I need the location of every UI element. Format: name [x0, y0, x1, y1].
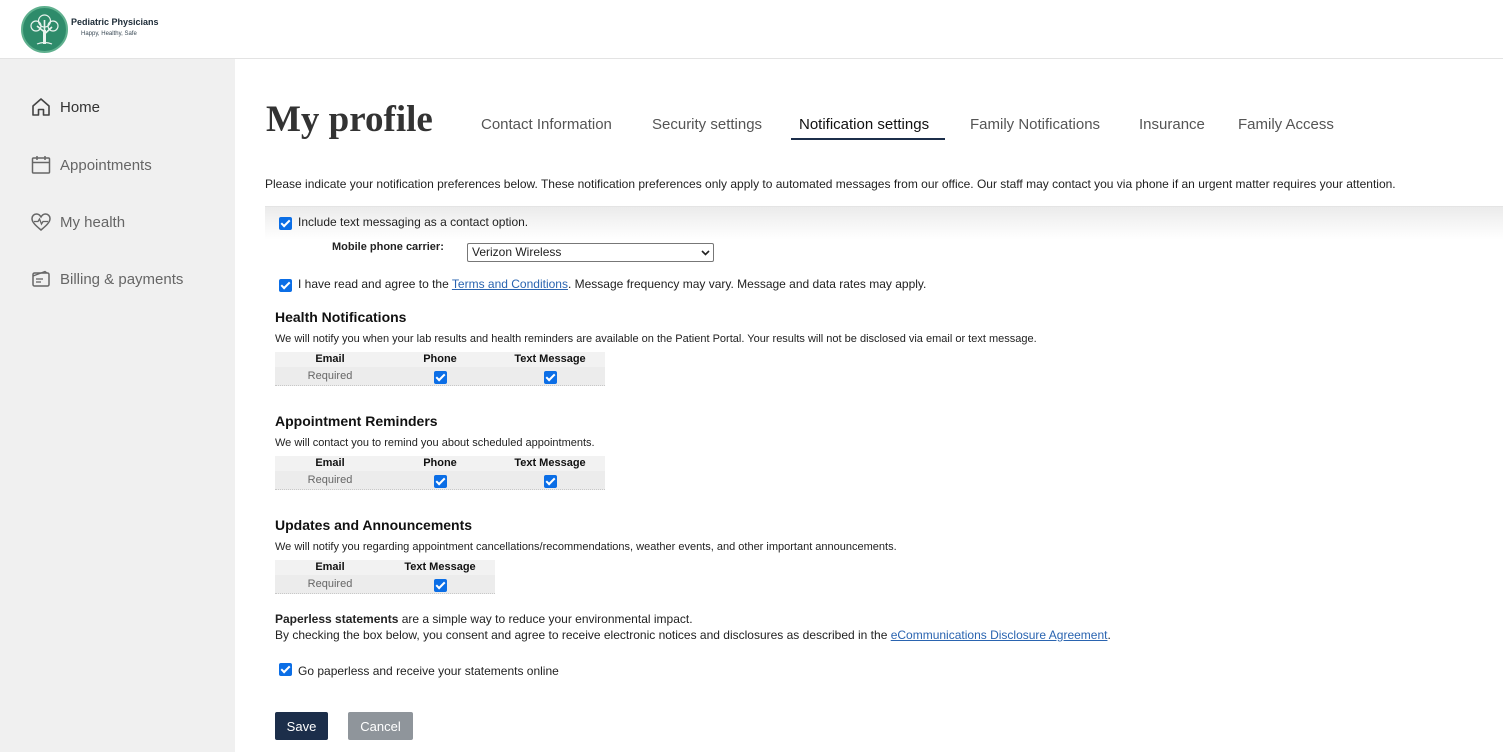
sidebar-item-label: Billing & payments [60, 270, 184, 288]
tree-logo-icon[interactable] [21, 6, 68, 53]
carrier-label: Mobile phone carrier: [332, 241, 444, 253]
terms-suffix: . Message frequency may vary. Message an… [567, 277, 927, 291]
terms-prefix: I have read and agree to the [298, 277, 452, 291]
save-button[interactable]: Save [275, 712, 328, 740]
sidebar-item-my-health[interactable]: My health [30, 209, 125, 235]
sidebar-item-label: Appointments [60, 156, 152, 174]
sidebar-item-label: Home [60, 98, 101, 116]
go-paperless-label: Go paperless and receive your statements… [298, 664, 559, 678]
col-text-message: Text Message [404, 561, 476, 573]
sidebar-item-label: My health [60, 213, 126, 231]
brand-name: Pediatric Physicians [71, 17, 159, 27]
paperless-consent-prefix: By checking the box below, you consent a… [275, 628, 891, 642]
tab-insurance[interactable]: Insurance [1139, 116, 1205, 142]
sidebar-item-home[interactable]: Home [30, 94, 100, 120]
terms-link[interactable]: Terms and Conditions [452, 277, 568, 291]
col-phone: Phone [423, 353, 457, 365]
sidebar: Home Appointments My health Billing & pa… [0, 59, 235, 752]
tab-contact-information[interactable]: Contact Information [481, 116, 612, 142]
ecommunications-disclosure-link[interactable]: eCommunications Disclosure Agreement [891, 628, 1108, 642]
col-email: Email [315, 353, 345, 365]
email-required: Required [307, 474, 353, 486]
tab-family-notifications[interactable]: Family Notifications [970, 116, 1100, 142]
paperless-consent-suffix: . [1107, 628, 1111, 642]
col-phone: Phone [423, 457, 457, 469]
appointment-reminders-desc: We will contact you to remind you about … [275, 437, 595, 449]
chevron-down-icon [701, 250, 710, 256]
top-header: Pediatric Physicians Happy, Healthy, Saf… [0, 0, 1503, 59]
paperless-bold: Paperless statements [275, 612, 399, 626]
appointment-reminders-title: Appointment Reminders [275, 413, 438, 429]
active-tab-indicator [791, 138, 945, 140]
col-email: Email [315, 561, 345, 573]
updates-announcements-desc: We will notify you regarding appointment… [275, 541, 897, 553]
terms-agree-text: I have read and agree to the Terms and C… [298, 277, 926, 291]
home-icon [30, 96, 52, 118]
include-text-messaging-checkbox[interactable] [279, 217, 292, 230]
updates-announcements-title: Updates and Announcements [275, 517, 473, 533]
brand-tagline: Happy, Healthy, Safe [81, 31, 137, 37]
appointment-text-checkbox[interactable] [544, 475, 557, 488]
tab-family-access[interactable]: Family Access [1238, 116, 1334, 142]
col-text-message: Text Message [514, 457, 586, 469]
calendar-icon [30, 154, 52, 176]
heart-pulse-icon [30, 211, 52, 233]
sidebar-item-billing[interactable]: Billing & payments [30, 266, 183, 292]
carrier-selected-value: Verizon Wireless [472, 245, 562, 259]
go-paperless-checkbox[interactable] [279, 663, 292, 676]
page-title: My profile [266, 99, 433, 140]
health-notifications-title: Health Notifications [275, 309, 407, 325]
sidebar-item-appointments[interactable]: Appointments [30, 152, 152, 178]
email-required: Required [307, 370, 353, 382]
carrier-select[interactable]: Verizon Wireless [467, 243, 714, 262]
appointment-phone-checkbox[interactable] [434, 475, 447, 488]
updates-text-checkbox[interactable] [434, 579, 447, 592]
health-text-checkbox[interactable] [544, 371, 557, 384]
wallet-icon [30, 268, 52, 290]
health-notifications-desc: We will notify you when your lab results… [275, 333, 1037, 345]
intro-text: Please indicate your notification prefer… [265, 177, 1396, 191]
tab-security-settings[interactable]: Security settings [652, 116, 762, 142]
paperless-intro-rest: are a simple way to reduce your environm… [398, 612, 693, 626]
col-text-message: Text Message [514, 353, 586, 365]
email-required: Required [307, 578, 353, 590]
include-text-messaging-label: Include text messaging as a contact opti… [298, 215, 529, 229]
health-phone-checkbox[interactable] [434, 371, 447, 384]
paperless-intro: Paperless statements are a simple way to… [275, 612, 693, 626]
cancel-button[interactable]: Cancel [348, 712, 413, 740]
terms-agree-checkbox[interactable] [279, 279, 292, 292]
paperless-consent: By checking the box below, you consent a… [275, 628, 1111, 642]
col-email: Email [315, 457, 345, 469]
